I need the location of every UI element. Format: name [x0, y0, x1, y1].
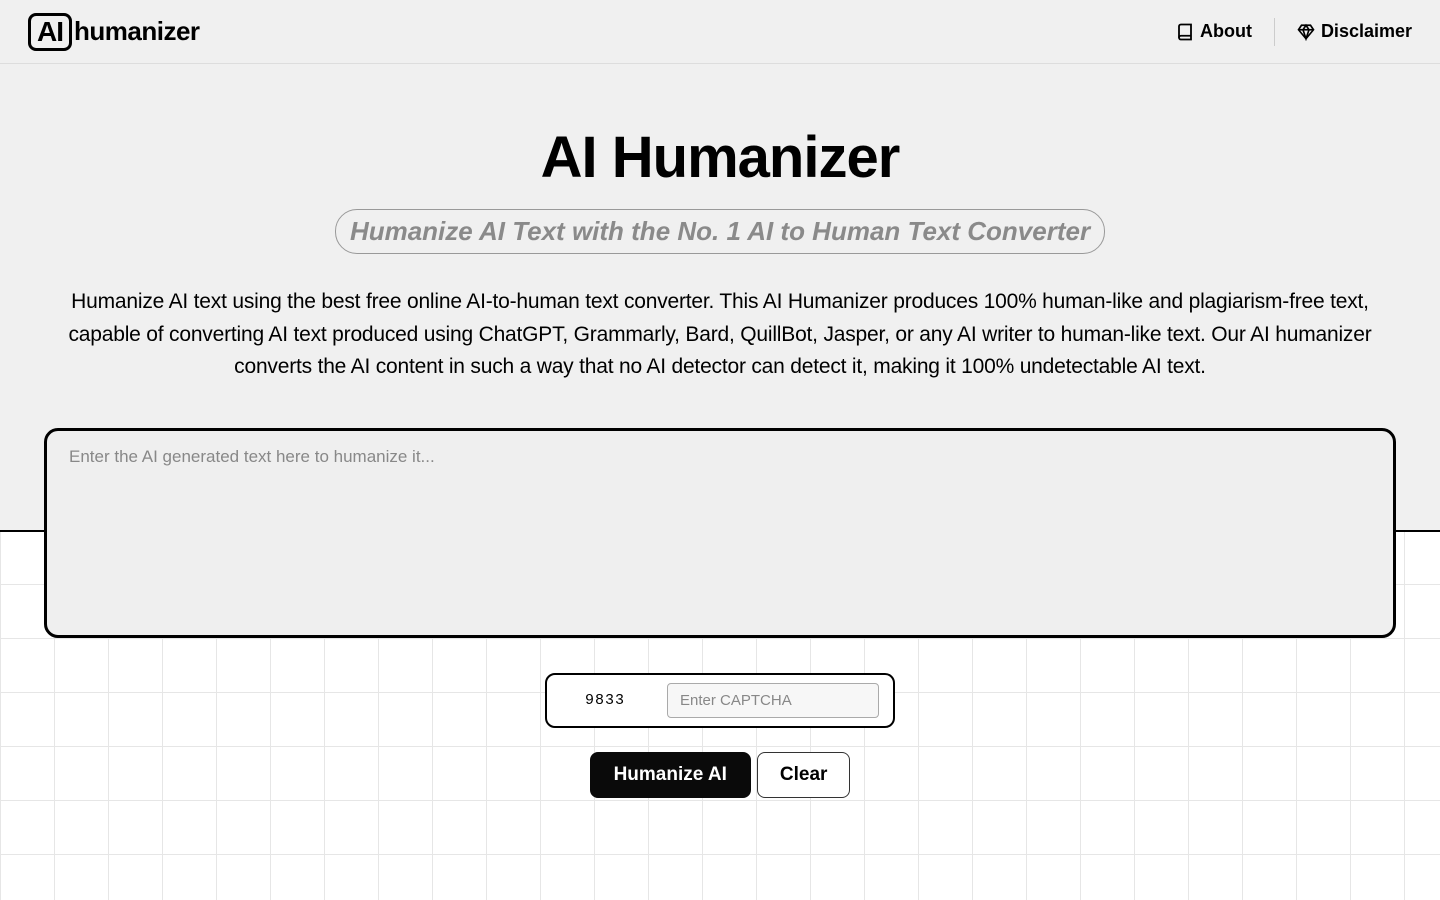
- nav-disclaimer[interactable]: Disclaimer: [1297, 21, 1412, 42]
- logo-badge: AI: [28, 13, 72, 51]
- captcha-input[interactable]: [667, 683, 879, 718]
- input-panel: [44, 428, 1396, 643]
- humanize-button[interactable]: Humanize AI: [590, 752, 751, 798]
- subtitle-badge: Humanize AI Text with the No. 1 AI to Hu…: [335, 209, 1105, 254]
- top-nav: About Disclaimer: [1176, 18, 1412, 46]
- nav-divider: [1274, 18, 1275, 46]
- site-logo[interactable]: AI humanizer: [28, 13, 200, 51]
- site-header: AI humanizer About Disclaimer: [0, 0, 1440, 64]
- nav-disclaimer-label: Disclaimer: [1321, 21, 1412, 42]
- book-icon: [1176, 23, 1194, 41]
- clear-button[interactable]: Clear: [757, 752, 851, 798]
- page-subtitle: Humanize AI Text with the No. 1 AI to Hu…: [350, 216, 1090, 247]
- nav-about[interactable]: About: [1176, 21, 1252, 42]
- action-row: Humanize AI Clear: [40, 752, 1400, 798]
- page-title: AI Humanizer: [40, 124, 1400, 191]
- nav-about-label: About: [1200, 21, 1252, 42]
- ai-text-input[interactable]: [44, 428, 1396, 638]
- diamond-icon: [1297, 23, 1315, 41]
- captcha-panel: 9833: [545, 673, 895, 728]
- logo-wordmark: humanizer: [74, 16, 200, 47]
- captcha-code: 9833: [561, 692, 649, 709]
- main-content: AI Humanizer Humanize AI Text with the N…: [0, 64, 1440, 798]
- page-description: Humanize AI text using the best free onl…: [60, 286, 1380, 384]
